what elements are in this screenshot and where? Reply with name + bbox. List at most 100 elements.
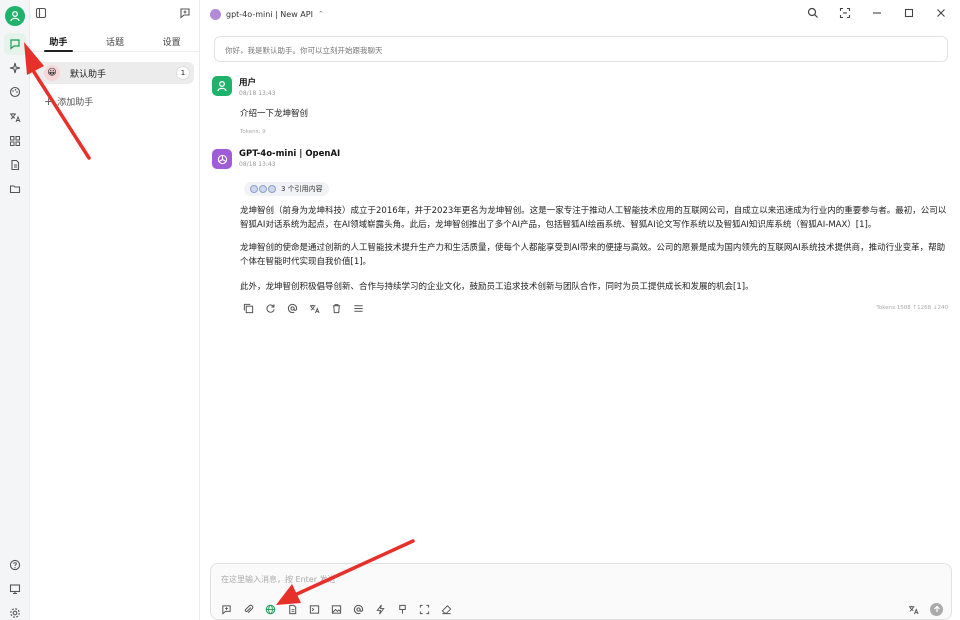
user-name: 用户: [239, 78, 257, 88]
more-menu-button[interactable]: [352, 302, 364, 314]
bot-paragraph-3: 此外，龙坤智创积极倡导创新、合作与持续学习的企业文化，鼓励员工追求技术创新与团队…: [240, 282, 754, 292]
translate-input-button[interactable]: [906, 602, 920, 616]
tab-assistants[interactable]: 助手: [30, 30, 87, 52]
minimize-button[interactable]: [868, 4, 886, 22]
translate-icon: [309, 304, 320, 313]
regenerate-button[interactable]: [264, 302, 276, 314]
translate-icon: [908, 605, 919, 614]
clear-context-button[interactable]: [395, 602, 409, 616]
assistant-item-default[interactable]: 😀 默认助手 1: [36, 62, 194, 84]
user-message-avatar: [212, 76, 232, 96]
clear-input-button[interactable]: [439, 602, 453, 616]
user-message-time: 08/18 13:43: [239, 90, 276, 97]
terminal-button[interactable]: [307, 602, 321, 616]
search-icon: [807, 7, 818, 18]
apps-nav-button[interactable]: [4, 130, 26, 152]
plus-icon: +: [44, 95, 54, 108]
chat-area: 你好，我是默认助手。你可以立刻开始跟我聊天 用户 08/18 13:43 介绍一…: [200, 28, 960, 620]
tab-topics[interactable]: 话题: [87, 30, 144, 51]
translate-icon: [10, 113, 21, 123]
palette-icon: [9, 86, 21, 98]
citation-source-icons: [250, 185, 276, 193]
top-bar: gpt-4o-mini | New API ⌃: [200, 0, 960, 28]
model-label: gpt-4o-mini | New API: [226, 9, 313, 19]
globe-icon: [265, 604, 275, 614]
expand-icon: [839, 7, 851, 19]
close-button[interactable]: [932, 4, 950, 22]
assistant-emoji: 😀: [44, 65, 60, 81]
citations-button[interactable]: 3 个引用内容: [244, 182, 329, 196]
chat-icon: [10, 39, 20, 50]
tab-settings[interactable]: 设置: [143, 30, 200, 51]
menu-icon: [353, 304, 363, 312]
web-search-button[interactable]: [263, 602, 277, 616]
sparkle-icon: [9, 62, 21, 74]
user-avatar[interactable]: [5, 6, 25, 26]
knowledge-base-button[interactable]: [285, 602, 299, 616]
paperclip-icon: [244, 604, 253, 613]
grid-icon: [10, 136, 20, 146]
delete-button[interactable]: [330, 302, 342, 314]
assistant-name: 默认助手: [70, 69, 107, 80]
folder-nav-button[interactable]: [4, 178, 26, 200]
left-rail: [0, 0, 30, 620]
user-message-header: 用户 08/18 13:43: [212, 76, 276, 97]
maximize-button[interactable]: [900, 4, 918, 22]
bot-message-header: GPT-4o-mini | OpenAI 08/18 13:43: [212, 149, 340, 169]
send-button[interactable]: [930, 602, 943, 616]
new-chat-icon: [180, 8, 190, 19]
window-controls: [804, 4, 950, 22]
copy-button[interactable]: [242, 302, 254, 314]
settings-nav-button[interactable]: [4, 602, 26, 620]
display-nav-button[interactable]: [4, 578, 26, 600]
image-icon: [331, 604, 341, 614]
copy-icon: [243, 303, 253, 313]
bot-paragraph-2: 龙坤智创的使命是通过创新的人工智能技术提升生产力和生活质量，使每个人都能享受到A…: [240, 243, 946, 267]
translate-nav-button[interactable]: [4, 106, 26, 128]
bot-paragraph-1: 龙坤智创（前身为龙坤科技）成立于2016年，并于2023年更名为龙坤智创。这是一…: [240, 206, 947, 230]
add-assistant-button[interactable]: + 添加助手: [44, 95, 93, 108]
refresh-icon: [265, 303, 275, 313]
lightning-icon: [375, 604, 385, 614]
help-icon: [9, 559, 21, 571]
panel-header: [30, 0, 200, 28]
terminal-icon: [309, 604, 319, 614]
translate-button[interactable]: [308, 302, 320, 314]
brush-icon: [398, 604, 406, 614]
at-icon: [287, 303, 297, 313]
fullscreen-button[interactable]: [836, 4, 854, 22]
new-topic-button[interactable]: [179, 7, 191, 22]
quick-phrase-button[interactable]: [373, 602, 387, 616]
file-icon: [11, 159, 20, 171]
at-icon: [353, 604, 363, 614]
folder-icon: [9, 185, 21, 194]
attach-button[interactable]: [241, 602, 255, 616]
user-message-text: 介绍一下龙坤智创: [240, 109, 309, 119]
maximize-icon: [904, 8, 914, 18]
expand-icon: [419, 604, 429, 614]
topic-count-badge: 1: [176, 66, 190, 80]
palette-nav-button[interactable]: [4, 81, 26, 103]
help-nav-button[interactable]: [4, 554, 26, 576]
assistant-prompt-box[interactable]: 你好，我是默认助手。你可以立刻开始跟我聊天: [214, 36, 948, 62]
add-assistant-label: 添加助手: [57, 98, 94, 108]
files-nav-button[interactable]: [4, 154, 26, 176]
model-selector[interactable]: gpt-4o-mini | New API ⌃: [210, 8, 324, 20]
sidebar-toggle-button[interactable]: [35, 7, 47, 22]
image-button[interactable]: [329, 602, 343, 616]
mention-model-button[interactable]: [351, 602, 365, 616]
close-icon: [937, 9, 945, 17]
gear-icon: [10, 608, 20, 618]
bot-name: GPT-4o-mini | OpenAI: [239, 149, 341, 159]
chat-nav-button[interactable]: [4, 33, 26, 55]
input-right-controls: [906, 602, 943, 616]
user-message-meta: 用户 08/18 13:43: [239, 76, 276, 97]
monitor-icon: [9, 584, 21, 595]
message-input-box[interactable]: 在这里输入消息，按 Enter 发送: [210, 563, 952, 620]
arrow-up-icon: [933, 605, 940, 612]
mention-button[interactable]: [286, 302, 298, 314]
new-topic-toolbar-button[interactable]: [219, 602, 233, 616]
sparkle-nav-button[interactable]: [4, 57, 26, 79]
search-button[interactable]: [804, 4, 822, 22]
expand-input-button[interactable]: [417, 602, 431, 616]
